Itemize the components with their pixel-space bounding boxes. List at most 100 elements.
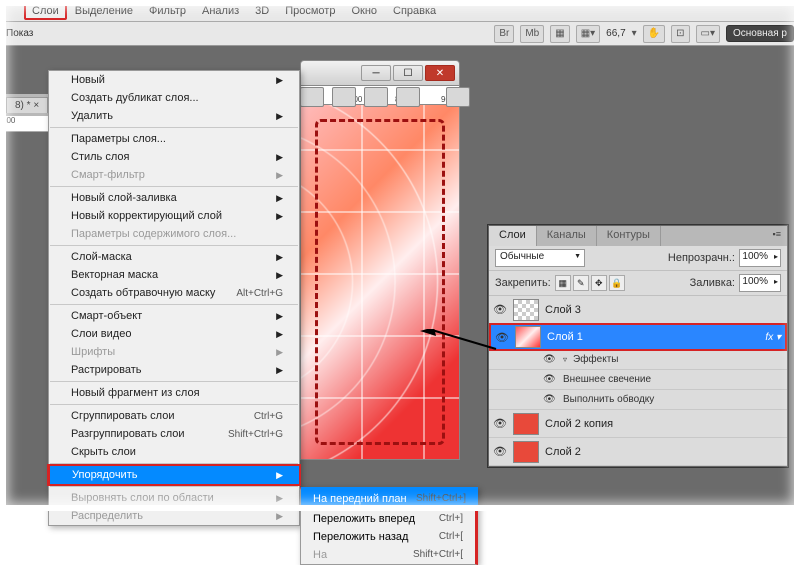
workspace-button[interactable]: Основная р	[726, 25, 794, 42]
visibility-icon[interactable]: 👁	[543, 374, 557, 385]
lock-label: Закрепить:	[495, 277, 551, 289]
menu-item: Выровнять слои по области▶	[49, 489, 299, 507]
options-controls	[300, 86, 470, 108]
menu-item[interactable]: Удалить▶	[49, 107, 299, 125]
menu-выделение[interactable]: Выделение	[67, 2, 141, 20]
layer-thumbnail[interactable]	[513, 299, 539, 321]
visibility-icon[interactable]: 👁	[543, 394, 557, 405]
blend-mode-select[interactable]: Обычные	[495, 249, 585, 267]
menu-item[interactable]: Создать дубликат слоя...	[49, 89, 299, 107]
fill-label: Заливка:	[690, 277, 735, 289]
opacity-input[interactable]: 100%	[739, 249, 781, 267]
layer-thumbnail[interactable]	[515, 326, 541, 348]
menu-анализ[interactable]: Анализ	[194, 2, 247, 20]
menu-item: Распределить▶	[49, 507, 299, 525]
canvas[interactable]	[300, 104, 460, 460]
menu-item[interactable]: Разгруппировать слоиShift+Ctrl+G	[49, 425, 299, 443]
menu-item[interactable]: Слои видео▶	[49, 325, 299, 343]
screen-icon[interactable]: ▭▾	[696, 25, 720, 43]
options-icon[interactable]	[332, 87, 356, 107]
menu-3d[interactable]: 3D	[247, 2, 277, 20]
menu-item[interactable]: Сгруппировать слоиCtrl+G	[49, 407, 299, 425]
visibility-icon[interactable]: 👁	[493, 417, 507, 430]
toolbar-icon[interactable]: Mb	[520, 25, 544, 43]
options-left-label: Показ	[6, 28, 33, 39]
layer-row[interactable]: 👁 Слой 3	[489, 296, 787, 324]
menu-item[interactable]: Векторная маска▶	[49, 266, 299, 284]
options-icon[interactable]	[446, 87, 470, 107]
visibility-icon[interactable]: 👁	[493, 445, 507, 458]
zoom-value: 66,7	[606, 28, 625, 39]
menu-item: Параметры содержимого слоя...	[49, 225, 299, 243]
lock-row: Закрепить: ▦ ✎ ✥ 🔒 Заливка: 100%	[489, 271, 787, 296]
close-icon[interactable]: ✕	[425, 65, 455, 81]
lock-all-icon[interactable]: 🔒	[609, 275, 625, 291]
toolbar-icon[interactable]: Br	[494, 25, 514, 43]
options-icon[interactable]	[300, 87, 324, 107]
menubar: СлоиВыделениеФильтрАнализ3DПросмотрОкноС…	[0, 0, 800, 22]
arrange-submenu: На передний планShift+Ctrl+]Переложить в…	[300, 487, 478, 565]
layer-name: Слой 3	[545, 304, 783, 316]
menu-item[interactable]: Растрировать▶	[49, 361, 299, 379]
grid-icon[interactable]: ▦	[550, 25, 569, 43]
submenu-item[interactable]: На передний планShift+Ctrl+]	[301, 487, 478, 510]
grid-icon[interactable]: ▦▾	[576, 25, 600, 43]
effect-item[interactable]: 👁Внешнее свечение	[489, 370, 787, 390]
layer-list: 👁 Слой 3 👁 Слой 1 fx ▾ 👁▿Эффекты👁Внешнее свеч…	[489, 296, 787, 466]
effect-item[interactable]: 👁Выполнить обводку	[489, 390, 787, 410]
window-titlebar: ─ ☐ ✕	[300, 60, 460, 86]
menu-item[interactable]: Новый слой-заливка▶	[49, 189, 299, 207]
layers-menu: Новый▶Создать дубликат слоя...Удалить▶ Па…	[48, 70, 300, 526]
visibility-icon[interactable]: 👁	[493, 303, 507, 316]
menu-просмотр[interactable]: Просмотр	[277, 2, 343, 20]
menu-item[interactable]: Новый▶	[49, 71, 299, 89]
menu-item[interactable]: Скрыть слои	[49, 443, 299, 461]
menu-окно[interactable]: Окно	[343, 2, 385, 20]
menu-фильтр[interactable]: Фильтр	[141, 2, 194, 20]
view-icon[interactable]: ⊡	[671, 25, 689, 43]
options-bar: Показ Br Mb ▦ ▦▾ 66,7 ▾ ✋ ⊡ ▭▾ Основная …	[0, 22, 800, 46]
menu-item[interactable]: Смарт-объект▶	[49, 307, 299, 325]
menu-item[interactable]: Создать обтравочную маскуAlt+Ctrl+G	[49, 284, 299, 302]
submenu-item[interactable]: Переложить впередCtrl+]	[301, 510, 475, 528]
menu-item[interactable]: Параметры слоя...	[49, 130, 299, 148]
submenu-item[interactable]: Переложить назадCtrl+[	[301, 528, 475, 546]
hand-icon[interactable]: ✋	[643, 25, 665, 43]
lock-move-icon[interactable]: ✥	[591, 275, 607, 291]
menu-item[interactable]: Слой-маска▶	[49, 248, 299, 266]
effects-header: 👁▿Эффекты	[489, 350, 787, 370]
layers-panel: Слои Каналы Контуры ▪≡ Обычные Непрозрач…	[488, 225, 788, 467]
doc-tab[interactable]: 8) * ×	[6, 97, 48, 113]
tab-layers[interactable]: Слои	[489, 226, 537, 246]
menu-item[interactable]: Новый корректирующий слой▶	[49, 207, 299, 225]
layer-row[interactable]: 👁 Слой 1 fx ▾	[489, 323, 787, 351]
fill-input[interactable]: 100%	[739, 274, 781, 292]
maximize-icon[interactable]: ☐	[393, 65, 423, 81]
layer-row[interactable]: 👁 Слой 2	[489, 438, 787, 466]
submenu-item: НаShift+Ctrl+[	[301, 546, 475, 564]
layer-name: Слой 2	[545, 446, 783, 458]
options-icon[interactable]	[396, 87, 420, 107]
tab-channels[interactable]: Каналы	[537, 226, 597, 246]
lock-pixels-icon[interactable]: ▦	[555, 275, 571, 291]
layer-name: Слой 2 копия	[545, 418, 783, 430]
menu-item[interactable]: Новый фрагмент из слоя	[49, 384, 299, 402]
menu-справка[interactable]: Справка	[385, 2, 444, 20]
minimize-icon[interactable]: ─	[361, 65, 391, 81]
layer-row[interactable]: 👁 Слой 2 копия	[489, 410, 787, 438]
panel-tabs: Слои Каналы Контуры ▪≡	[489, 226, 787, 246]
layer-thumbnail[interactable]	[513, 441, 539, 463]
lock-brush-icon[interactable]: ✎	[573, 275, 589, 291]
options-icon[interactable]	[364, 87, 388, 107]
panel-menu-icon[interactable]: ▪≡	[767, 226, 787, 246]
layer-thumbnail[interactable]	[513, 413, 539, 435]
tab-paths[interactable]: Контуры	[597, 226, 661, 246]
menu-item[interactable]: Упорядочить▶	[47, 464, 301, 486]
layer-name: Слой 1	[547, 331, 759, 343]
visibility-icon[interactable]: 👁	[543, 354, 557, 365]
menu-item[interactable]: Стиль слоя▶	[49, 148, 299, 166]
fx-badge: fx ▾	[765, 332, 781, 343]
visibility-icon[interactable]: 👁	[495, 331, 509, 344]
menu-слои[interactable]: Слои	[24, 2, 67, 20]
opacity-label: Непрозрачн.:	[668, 252, 735, 264]
